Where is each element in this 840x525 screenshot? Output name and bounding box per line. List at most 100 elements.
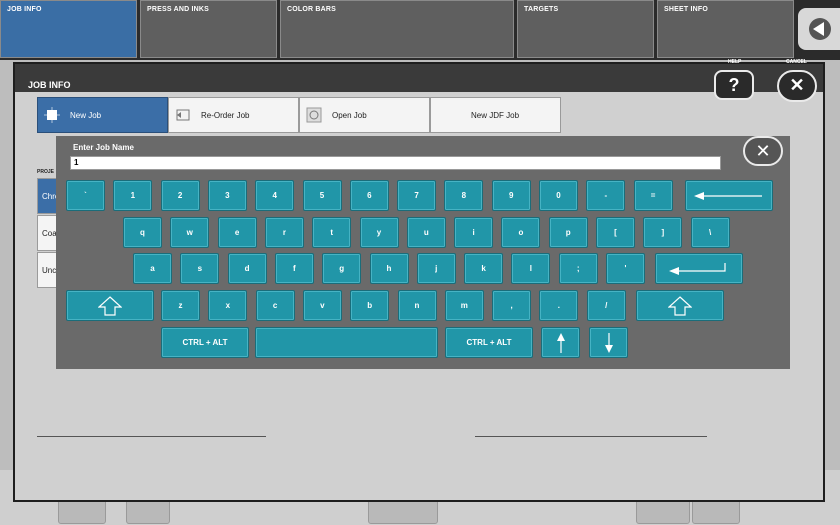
key-row2-12[interactable]: \ — [690, 217, 730, 248]
key-row2-7[interactable]: i — [454, 217, 494, 248]
key-row3-4[interactable]: g — [322, 253, 362, 284]
key-row3-2[interactable]: d — [227, 253, 267, 284]
key-label: 8 — [461, 191, 467, 200]
key-row1-3[interactable]: 3 — [207, 180, 247, 211]
key-row1-0[interactable]: ` — [66, 180, 105, 211]
arrow-left-icon — [694, 191, 762, 200]
key-row4-8[interactable]: . — [539, 290, 579, 321]
key-row1-8[interactable]: 8 — [444, 180, 484, 211]
arrow-down-icon — [604, 332, 613, 353]
tab-label: TARGETS — [524, 6, 559, 13]
key-label: 0 — [556, 191, 561, 200]
triangle-left-icon — [809, 18, 831, 40]
key-row3-9[interactable]: ; — [558, 253, 598, 284]
key-row2-11[interactable]: ] — [643, 217, 683, 248]
key-row3-3[interactable]: f — [274, 253, 314, 284]
key-row2-8[interactable]: o — [501, 217, 541, 248]
ctrl-alt-right-key[interactable]: CTRL + ALT — [445, 327, 533, 358]
key-row3-5[interactable]: h — [369, 253, 409, 284]
ctrl-alt-left-key[interactable]: CTRL + ALT — [161, 327, 249, 358]
tab-color-bars[interactable]: COLOR BARS — [280, 0, 514, 58]
key-row4-6[interactable]: m — [444, 290, 484, 321]
key-label: 4 — [272, 191, 277, 200]
key-row4-4[interactable]: b — [350, 290, 390, 321]
key-row3-0[interactable]: a — [133, 253, 172, 284]
arrow-up-key[interactable] — [541, 327, 580, 358]
backspace-key[interactable] — [685, 180, 773, 211]
key-label: 5 — [319, 191, 325, 200]
new-job-button[interactable]: New Job — [37, 97, 168, 133]
key-label: b — [367, 301, 373, 310]
key-row1-7[interactable]: 7 — [397, 180, 437, 211]
key-label: . — [557, 301, 560, 310]
key-row1-6[interactable]: 6 — [349, 180, 389, 211]
key-row3-7[interactable]: k — [464, 253, 504, 284]
key-row4-5[interactable]: n — [397, 290, 437, 321]
help-button[interactable]: ? — [714, 70, 754, 100]
key-row1-5[interactable]: 5 — [302, 180, 342, 211]
key-label: t — [330, 228, 334, 237]
key-label: CTRL + ALT — [182, 338, 228, 347]
tab-sheet-info[interactable]: SHEET INFO — [657, 0, 794, 58]
keyboard-close-button[interactable]: ✕ — [743, 136, 783, 166]
on-screen-keyboard: Enter Job Name 1 ✕ CTRL + ALT CTRL + ALT… — [56, 136, 790, 369]
key-label: r — [282, 228, 286, 237]
tab-job-info[interactable]: JOB INFO — [0, 0, 137, 58]
key-row4-9[interactable]: / — [586, 290, 626, 321]
shift-left-key[interactable] — [66, 290, 154, 321]
key-label: ] — [661, 228, 665, 237]
key-row2-5[interactable]: y — [359, 217, 399, 248]
key-row3-6[interactable]: j — [416, 253, 456, 284]
enter-key[interactable] — [655, 253, 743, 284]
enter-arrow-icon — [669, 262, 726, 275]
close-icon: ✕ — [789, 75, 805, 95]
open-job-button[interactable]: Open Job — [299, 97, 430, 133]
key-label: / — [605, 301, 608, 310]
project-item-label: Unc — [42, 266, 57, 275]
project-label: PROJE — [37, 169, 54, 175]
shift-right-key[interactable] — [636, 290, 724, 321]
key-row2-1[interactable]: w — [170, 217, 210, 248]
key-row1-10[interactable]: 0 — [539, 180, 578, 211]
key-label: ` — [84, 191, 87, 200]
tab-label: JOB INFO — [7, 6, 42, 13]
key-row1-2[interactable]: 2 — [160, 180, 200, 211]
key-row1-9[interactable]: 9 — [491, 180, 531, 211]
key-label: x — [225, 301, 231, 310]
key-row1-11[interactable]: - — [586, 180, 626, 211]
cancel-button[interactable]: ✕ — [777, 70, 817, 102]
key-row2-4[interactable]: t — [312, 217, 352, 248]
key-row2-2[interactable]: e — [217, 217, 257, 248]
reorder-job-button[interactable]: Re-Order Job — [168, 97, 299, 133]
key-row1-4[interactable]: 4 — [255, 180, 295, 211]
key-row1-12[interactable]: = — [633, 180, 673, 211]
key-row4-0[interactable]: z — [161, 290, 200, 321]
key-row3-1[interactable]: s — [180, 253, 220, 284]
top-tab-bar: JOB INFO PRESS AND INKS COLOR BARS TARGE… — [0, 0, 840, 60]
arrow-down-key[interactable] — [589, 327, 628, 358]
tab-targets[interactable]: TARGETS — [517, 0, 654, 58]
key-row1-1[interactable]: 1 — [113, 180, 153, 211]
key-row2-6[interactable]: u — [406, 217, 446, 248]
key-row4-1[interactable]: x — [208, 290, 248, 321]
tab-label: PRESS AND INKS — [147, 6, 210, 13]
key-row3-8[interactable]: l — [511, 253, 551, 284]
key-label: , — [510, 301, 513, 310]
back-button[interactable] — [798, 8, 840, 50]
tab-label: COLOR BARS — [287, 6, 337, 13]
button-label: New JDF Job — [471, 111, 520, 120]
key-row2-3[interactable]: r — [264, 217, 304, 248]
key-row2-0[interactable]: q — [123, 217, 162, 248]
tab-press-and-inks[interactable]: PRESS AND INKS — [140, 0, 277, 58]
job-name-input[interactable]: 1 — [70, 156, 721, 170]
key-row4-3[interactable]: v — [302, 290, 342, 321]
button-label: New Job — [70, 111, 102, 120]
key-row2-9[interactable]: p — [548, 217, 588, 248]
key-label: u — [423, 228, 429, 237]
key-row4-7[interactable]: , — [492, 290, 532, 321]
key-row3-10[interactable]: ' — [606, 253, 645, 284]
key-row2-10[interactable]: [ — [596, 217, 635, 248]
key-row4-2[interactable]: c — [255, 290, 295, 321]
space-key[interactable] — [255, 327, 438, 358]
new-jdf-job-button[interactable]: New JDF Job — [430, 97, 561, 133]
